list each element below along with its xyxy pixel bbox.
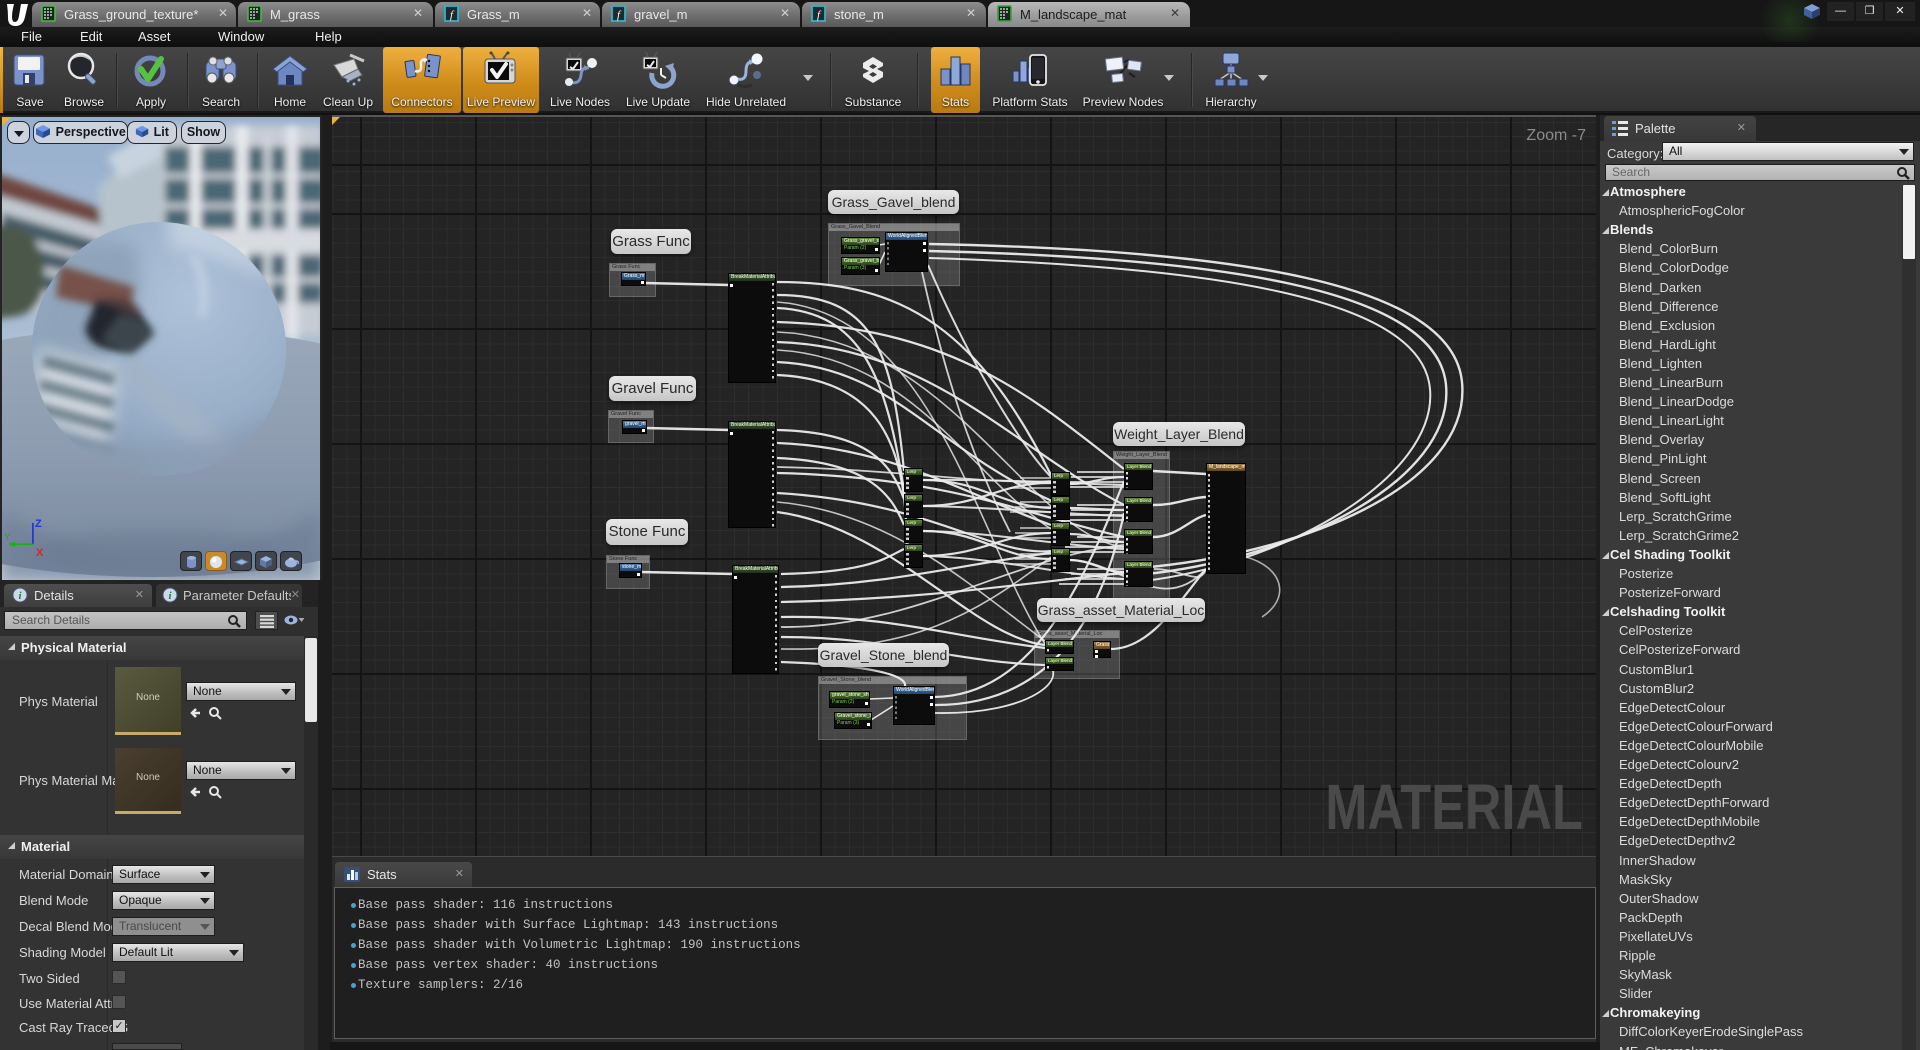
svg-text:Z: Z	[35, 518, 42, 530]
svg-text:Y: Y	[4, 532, 11, 543]
svg-text:X: X	[36, 547, 44, 559]
